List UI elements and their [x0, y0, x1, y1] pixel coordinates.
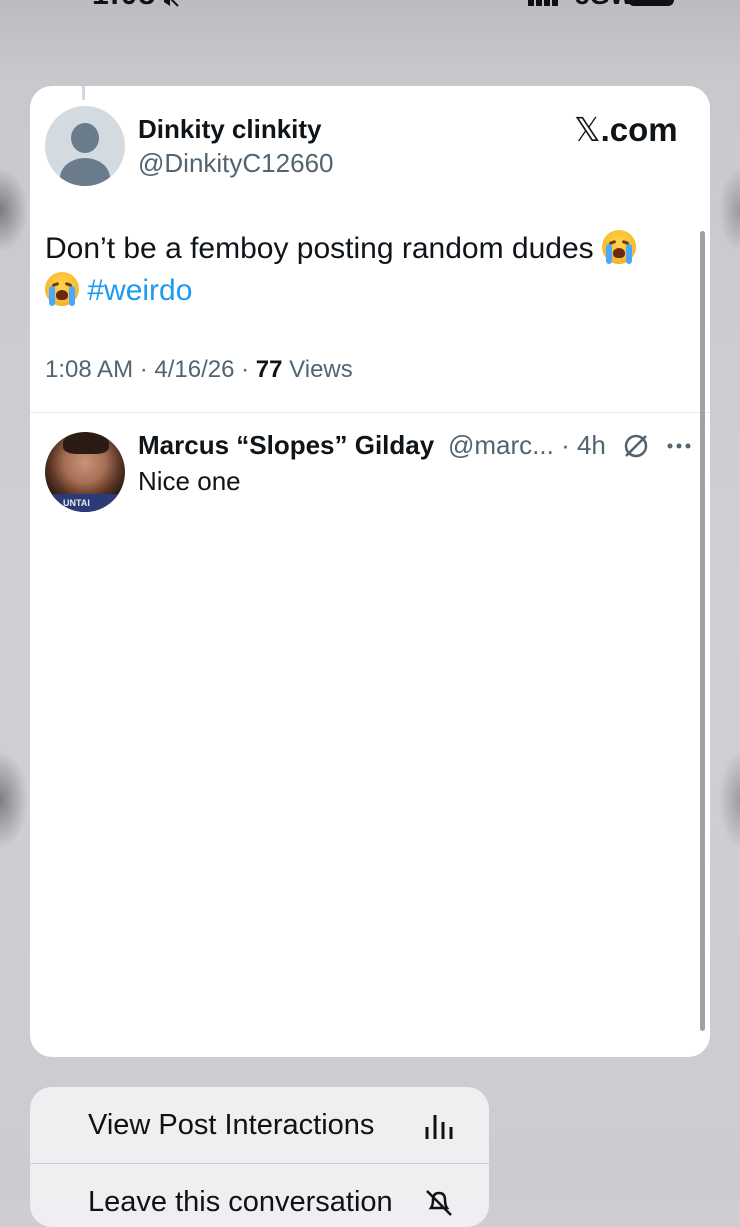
- mute-bell-icon: [426, 1190, 452, 1216]
- views-label: Views: [282, 356, 353, 383]
- bar-chart-icon: [425, 1115, 453, 1139]
- loudly-crying-face-icon: [45, 272, 79, 306]
- mute-icon: [164, 0, 179, 7]
- menu-item-leave-conversation[interactable]: Leave this conversation: [30, 1164, 489, 1227]
- author-name[interactable]: Dinkity clinkity: [138, 114, 322, 145]
- reply-text: Nice one: [138, 466, 241, 496]
- post-text: Don’t be a femboy posting random dudes #…: [45, 228, 685, 312]
- default-avatar-head: [71, 123, 99, 153]
- more-options-icon[interactable]: [666, 442, 692, 450]
- post-metadata: 1:08 AM · 4/16/26 · 77 Views: [45, 356, 353, 384]
- menu-item-label: View Post Interactions: [88, 1109, 375, 1141]
- context-menu: View Post Interactions Leave this conver…: [30, 1087, 489, 1227]
- post-body: Don’t be a femboy posting random dudes: [45, 232, 603, 265]
- menu-item-view-post-interactions[interactable]: View Post Interactions: [30, 1087, 489, 1163]
- divider: [30, 412, 710, 413]
- post-timestamp: 1:08 AM · 4/16/26 ·: [45, 356, 256, 383]
- author-handle[interactable]: @DinkityC12660: [138, 148, 333, 179]
- loudly-crying-face-icon: [602, 230, 637, 264]
- x-logo-domain: .com: [600, 111, 678, 148]
- author-avatar[interactable]: [45, 106, 125, 186]
- scrollbar[interactable]: [700, 231, 705, 1031]
- x-logo-icon: 𝕏: [574, 110, 601, 149]
- grok-icon[interactable]: [622, 432, 650, 460]
- tweet-preview-card[interactable]: Dinkity clinkity @DinkityC12660 𝕏.com Do…: [30, 86, 710, 1057]
- default-avatar-shoulders: [60, 158, 110, 186]
- avatar-hair: [63, 432, 109, 454]
- thread-line: [82, 86, 85, 100]
- views-count[interactable]: 77: [256, 356, 283, 383]
- hashtag-link[interactable]: #weirdo: [87, 274, 192, 307]
- avatar-shirt-text: UNTAI: [63, 498, 90, 508]
- battery-icon: [628, 0, 674, 6]
- x-com-logo: 𝕏.com: [574, 110, 678, 149]
- reply-author-handle[interactable]: @marc... · 4h: [448, 430, 606, 461]
- network-label: 5GW: [575, 0, 634, 11]
- signal-icon: [528, 0, 558, 6]
- status-bar: 1:08 5GW: [0, 0, 740, 14]
- reply-author-name[interactable]: Marcus “Slopes” Gilday: [138, 430, 434, 461]
- menu-item-label: Leave this conversation: [88, 1186, 393, 1218]
- reply-author-avatar[interactable]: UNTAI: [45, 432, 125, 512]
- status-time: 1:08: [92, 0, 156, 12]
